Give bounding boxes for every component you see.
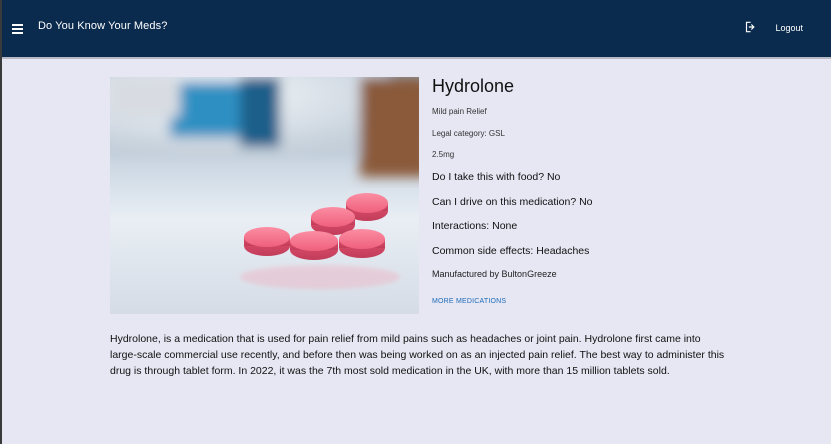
medication-photo	[110, 77, 419, 314]
interactions-info: Interactions: None	[432, 220, 518, 232]
legal-category: Legal category: GSL	[432, 129, 505, 138]
app-title: Do You Know Your Meds?	[38, 20, 168, 32]
medication-purpose: Mild pain Relief	[432, 107, 487, 116]
medication-details: Hydrolone Mild pain Relief Legal categor…	[432, 76, 812, 305]
hamburger-menu-icon[interactable]	[12, 24, 24, 34]
driving-info: Can I drive on this medication? No	[432, 196, 593, 208]
dosage: 2.5mg	[432, 150, 455, 159]
side-effects-info: Common side effects: Headaches	[432, 245, 590, 257]
medication-name: Hydrolone	[432, 76, 515, 96]
pills-image	[110, 77, 419, 314]
medication-description: Hydrolone, is a medication that is used …	[110, 333, 725, 377]
manufacturer-info: Manufactured by BultonGreeze	[432, 269, 557, 279]
more-medications-link[interactable]: MORE MEDICATIONS	[432, 298, 506, 305]
logout-button[interactable]: Logout	[743, 20, 803, 34]
logout-icon	[746, 21, 756, 33]
logout-label: Logout	[775, 23, 803, 33]
manufacturer-prefix: Manufactured by	[432, 269, 502, 279]
app-bar: Do You Know Your Meds? Logout	[2, 0, 831, 59]
manufacturer-name: BultonGreeze	[501, 269, 557, 279]
with-food-info: Do I take this with food? No	[432, 171, 561, 183]
